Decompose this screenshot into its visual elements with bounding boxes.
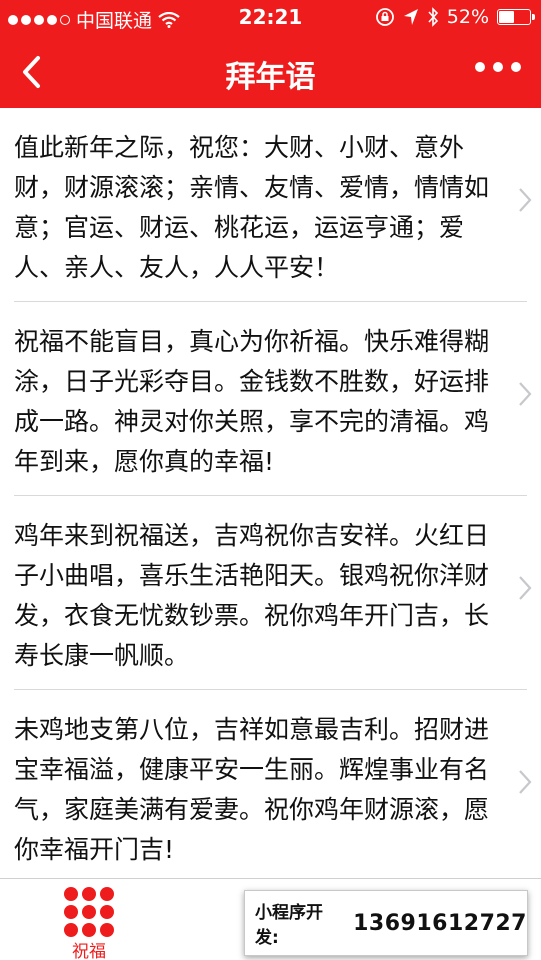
location-arrow-icon — [403, 9, 418, 25]
top-bar: 中国联通 22:21 52% 拜年语 — [0, 0, 541, 108]
nav-bar: 拜年语 — [0, 36, 541, 108]
rotation-lock-icon — [375, 8, 394, 26]
greeting-list: 值此新年之际，祝您：大财、小财、意外财，财源滚滚；亲情、友情、爱情，情情如意；官… — [0, 108, 541, 884]
list-item[interactable]: 值此新年之际，祝您：大财、小财、意外财，财源滚滚；亲情、友情、爱情，情情如意；官… — [14, 108, 532, 302]
greeting-text: 鸡年来到祝福送，吉鸡祝你吉安祥。火红日子小曲唱，喜乐生活艳阳天。银鸡祝你洋财发，… — [14, 521, 490, 670]
promo-label: 小程序开发: — [255, 903, 323, 948]
status-bar: 中国联通 22:21 52% — [0, 0, 541, 36]
battery-level — [499, 11, 515, 23]
greeting-text: 未鸡地支第八位，吉祥如意最吉利。招财进宝幸福溢，健康平安一生丽。辉煌事业有名气，… — [14, 715, 490, 864]
page-title: 拜年语 — [225, 60, 316, 95]
bluetooth-icon — [428, 7, 438, 27]
chevron-left-icon — [23, 56, 40, 88]
promo-phone: 13691612727 — [353, 910, 527, 936]
tab-label: 祝福 — [72, 942, 106, 960]
more-dots-icon — [475, 62, 485, 72]
battery-icon — [497, 9, 535, 25]
more-button[interactable] — [475, 62, 521, 72]
battery-percent: 52% — [446, 6, 489, 28]
greeting-text: 祝福不能盲目，真心为你祈福。快乐难得糊涂，日子光彩夺目。金钱数不胜数，好运排成一… — [14, 327, 490, 476]
list-item[interactable]: 鸡年来到祝福送，吉鸡祝你吉安祥。火红日子小曲唱，喜乐生活艳阳天。银鸡祝你洋财发，… — [14, 496, 532, 690]
chevron-right-icon — [519, 382, 532, 406]
greeting-text: 值此新年之际，祝您：大财、小财、意外财，财源滚滚；亲情、友情、爱情，情情如意；官… — [14, 133, 490, 282]
chevron-right-icon — [519, 188, 532, 212]
chevron-right-icon — [519, 576, 532, 600]
status-right: 52% — [375, 6, 535, 28]
tab-blessings[interactable]: 祝福 — [44, 885, 134, 960]
list-item[interactable]: 未鸡地支第八位，吉祥如意最吉利。招财进宝幸福溢，健康平安一生丽。辉煌事业有名气，… — [14, 690, 532, 884]
chevron-right-icon — [519, 770, 532, 794]
back-button[interactable] — [14, 50, 54, 94]
list-item[interactable]: 祝福不能盲目，真心为你祈福。快乐难得糊涂，日子光彩夺目。金钱数不胜数，好运排成一… — [14, 302, 532, 496]
nine-dots-icon — [64, 887, 114, 937]
promo-banner[interactable]: 小程序开发: 13691612727 — [244, 890, 528, 956]
